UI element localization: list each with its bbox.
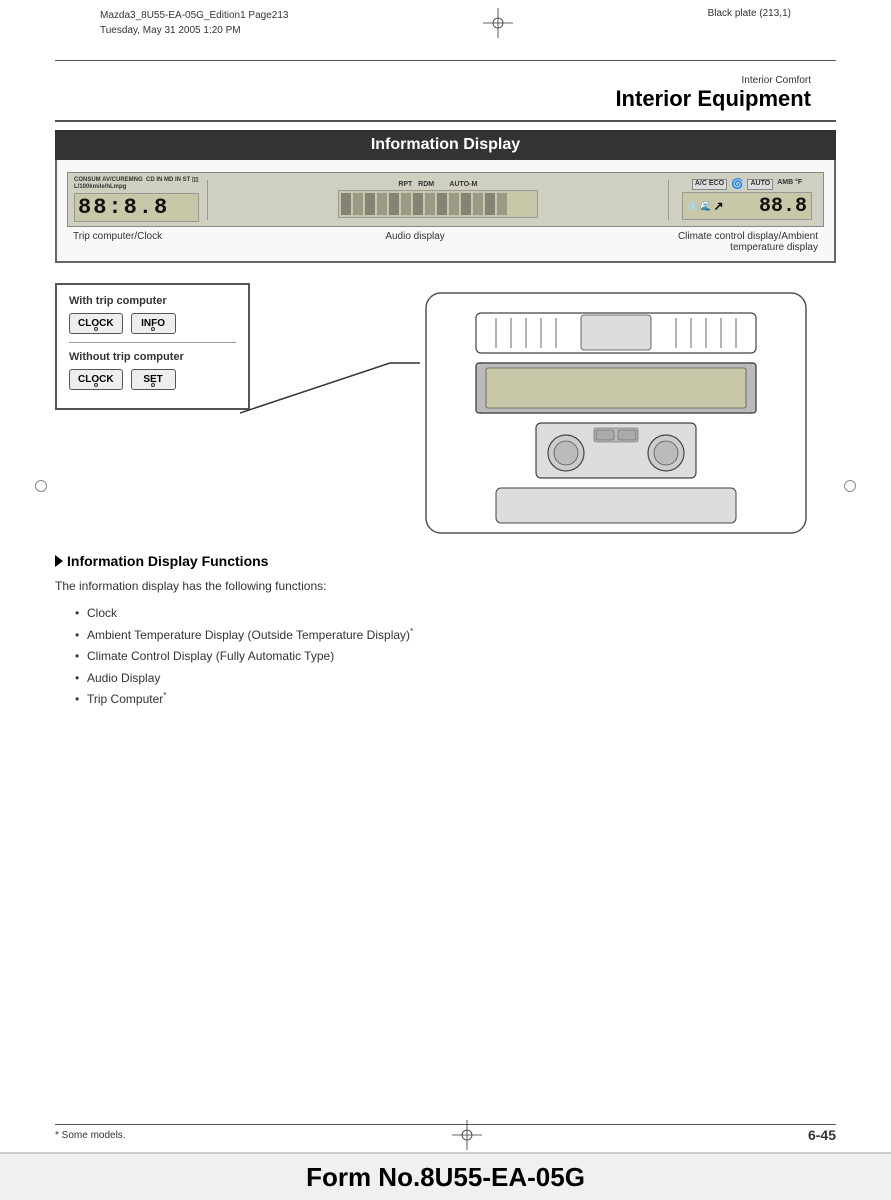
form-number: Form No.8U55-EA-05G bbox=[306, 1162, 585, 1193]
lcd-seg-1 bbox=[341, 193, 351, 215]
display-label-audio: Audio display bbox=[385, 231, 444, 253]
side-mark-right bbox=[844, 480, 856, 492]
list-item: Ambient Temperature Display (Outside Tem… bbox=[75, 625, 836, 647]
climate-temp-digits: 88.8 bbox=[759, 195, 807, 218]
clock-btn2-dot bbox=[94, 383, 98, 387]
plate-info: Black plate (213,1) bbox=[708, 8, 791, 19]
lcd-trip-digits: 88:8.8 bbox=[74, 193, 199, 222]
lcd-audio-bar bbox=[338, 190, 538, 218]
bottom-banner: Form No.8U55-EA-05G bbox=[0, 1152, 891, 1200]
list-item: Clock bbox=[75, 603, 836, 625]
info-button[interactable]: INFO bbox=[131, 313, 176, 334]
triangle-icon bbox=[55, 555, 63, 567]
list-item: Audio Display bbox=[75, 668, 836, 690]
lcd-seg-11 bbox=[461, 193, 471, 215]
asterisk-1: * bbox=[410, 627, 413, 636]
lcd-seg-12 bbox=[473, 193, 483, 215]
car-illustration bbox=[396, 263, 836, 543]
section-small-title: Interior Comfort bbox=[615, 75, 811, 86]
main-content: Information Display CONSUM AV/CUREMNG CD… bbox=[55, 130, 836, 1120]
lcd-separator1 bbox=[207, 180, 208, 220]
info-display-section: Information Display CONSUM AV/CUREMNG CD… bbox=[55, 130, 836, 263]
section-heading-text: Information Display Functions bbox=[67, 553, 268, 569]
lcd-seg-9 bbox=[437, 193, 447, 215]
without-trip-buttons: CLOCK SET bbox=[69, 369, 236, 390]
lcd-audio-section: RPT RDM AUTO-M bbox=[216, 181, 660, 218]
lcd-trip-section: CONSUM AV/CUREMNG CD IN MD IN ST ▯▯L/100… bbox=[74, 177, 199, 222]
lcd-audio-labels: RPT RDM AUTO-M bbox=[398, 181, 477, 188]
footnote: * Some models. bbox=[55, 1130, 126, 1141]
lcd-seg-3 bbox=[365, 193, 375, 215]
with-trip-buttons: CLOCK INFO bbox=[69, 313, 236, 334]
lcd-trip-labels: CONSUM AV/CUREMNG CD IN MD IN ST ▯▯L/100… bbox=[74, 177, 199, 191]
with-trip-section: With trip computer CLOCK INFO bbox=[69, 295, 236, 334]
functions-list: Clock Ambient Temperature Display (Outsi… bbox=[75, 603, 836, 711]
section-header: Interior Comfort Interior Equipment bbox=[615, 75, 811, 112]
page-number: 6-45 bbox=[808, 1127, 836, 1143]
display-label-trip: Trip computer/Clock bbox=[73, 231, 162, 253]
functions-section: Information Display Functions The inform… bbox=[55, 553, 836, 711]
info-btn-dot bbox=[151, 327, 155, 331]
clock-button-1[interactable]: CLOCK bbox=[69, 313, 123, 334]
lcd-seg-7 bbox=[413, 193, 423, 215]
intro-text: The information display has the followin… bbox=[55, 577, 836, 595]
asterisk-2: * bbox=[163, 691, 166, 700]
display-panel: CONSUM AV/CUREMNG CD IN MD IN ST ▯▯L/100… bbox=[55, 160, 836, 263]
lcd-climate-labels: A/C ECO 🌀 AUTO AMB °F bbox=[692, 179, 802, 190]
top-crosshair bbox=[483, 8, 513, 38]
lcd-seg-5 bbox=[389, 193, 399, 215]
car-diagram: With trip computer CLOCK INFO Without tr… bbox=[55, 263, 836, 543]
doc-info: Mazda3_8U55-EA-05G_Edition1 Page213 Tues… bbox=[100, 8, 288, 38]
lcd-seg-8 bbox=[425, 193, 435, 215]
lcd-separator2 bbox=[668, 180, 669, 220]
lcd-bar: CONSUM AV/CUREMNG CD IN MD IN ST ▯▯L/100… bbox=[67, 172, 824, 227]
lcd-seg-6 bbox=[401, 193, 411, 215]
bottom-footer: * Some models. 6-45 bbox=[55, 1120, 836, 1150]
lcd-climate-display: ❄️ 🌊 ↗ 88.8 bbox=[682, 192, 812, 220]
without-trip-title: Without trip computer bbox=[69, 351, 236, 363]
climate-icons: ❄️ 🌊 ↗ bbox=[687, 199, 724, 213]
lcd-seg-2 bbox=[353, 193, 363, 215]
lcd-seg-13 bbox=[485, 193, 495, 215]
display-labels: Trip computer/Clock Audio display Climat… bbox=[67, 227, 824, 253]
set-button[interactable]: SET bbox=[131, 369, 176, 390]
section-heading: Information Display Functions bbox=[55, 553, 836, 569]
lcd-seg-4 bbox=[377, 193, 387, 215]
bottom-crosshair bbox=[452, 1120, 482, 1150]
lcd-seg-10 bbox=[449, 193, 459, 215]
info-display-title: Information Display bbox=[55, 130, 836, 160]
title-divider bbox=[55, 120, 836, 122]
button-divider bbox=[69, 342, 236, 343]
side-mark-left bbox=[35, 480, 47, 492]
with-trip-title: With trip computer bbox=[69, 295, 236, 307]
lcd-seg-14 bbox=[497, 193, 507, 215]
clock-button-2[interactable]: CLOCK bbox=[69, 369, 123, 390]
display-label-climate: Climate control display/Ambient temperat… bbox=[668, 231, 818, 253]
clock-btn-dot bbox=[94, 327, 98, 331]
button-box: With trip computer CLOCK INFO Without tr… bbox=[55, 283, 250, 410]
section-large-title: Interior Equipment bbox=[615, 86, 811, 112]
set-btn-dot bbox=[151, 383, 155, 387]
without-trip-section: Without trip computer CLOCK SET bbox=[69, 351, 236, 390]
top-divider bbox=[55, 60, 836, 61]
top-header: Mazda3_8U55-EA-05G_Edition1 Page213 Tues… bbox=[100, 8, 791, 38]
list-item: Trip Computer* bbox=[75, 689, 836, 711]
list-item: Climate Control Display (Fully Automatic… bbox=[75, 646, 836, 668]
lcd-climate-section: A/C ECO 🌀 AUTO AMB °F ❄️ 🌊 ↗ 88.8 bbox=[677, 179, 817, 220]
